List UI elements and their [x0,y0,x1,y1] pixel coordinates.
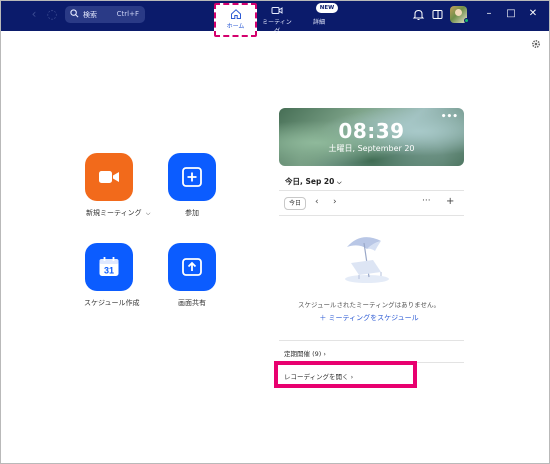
tab-home-label: ホーム [226,23,245,30]
back-arrow-icon[interactable]: ‹ [26,6,42,22]
new-meeting-button[interactable] [85,153,133,201]
plus-icon [182,167,202,187]
tab-more[interactable]: 詳細 [308,17,330,26]
calendar-icon: 31 [99,257,119,276]
search-shortcut: Ctrl+F [116,10,139,18]
calendar-day: 31 [104,266,114,276]
tab-meetings-label: ミーティング [262,19,292,35]
schedule-meeting-link[interactable]: ＋ ミーティングをスケジュール [274,313,464,323]
schedule-button[interactable]: 31 [85,243,133,291]
share-screen-icon [182,258,202,276]
banner-more-icon[interactable]: ••• [441,112,458,122]
video-camera-icon [271,7,283,14]
calendar-date-picker[interactable]: 今日, Sep 20 ⌵ [285,176,342,187]
add-event-icon[interactable]: + [446,196,454,207]
share-screen-button[interactable] [168,243,216,291]
open-recordings-link[interactable]: レコーディングを開く › [284,371,353,381]
search-label: 検索 [83,11,97,19]
share-screen-label: 画面共有 [178,299,206,307]
divider [279,215,464,216]
beach-umbrella-icon [345,237,389,283]
empty-state-message: スケジュールされたミーティングはありません。 [298,301,440,309]
minimize-icon[interactable]: – [482,7,496,21]
search-box[interactable]: 検索 Ctrl+F [65,6,145,23]
video-camera-icon [99,171,119,183]
maximize-icon[interactable]: □ [504,7,518,21]
divider [279,190,464,191]
chevron-down-icon: ⌵ [337,179,342,186]
gear-icon[interactable] [531,39,541,49]
join-button[interactable] [168,153,216,201]
new-badge: NEW [316,3,338,13]
history-icon[interactable]: ◌ [44,6,60,22]
close-icon[interactable]: ✕ [526,7,540,21]
status-dot [464,18,469,23]
app-window [0,0,550,464]
search-icon [70,9,79,18]
today-button[interactable]: 今日 [284,197,306,210]
recurring-meetings-link[interactable]: 定期開催 (9) › [284,348,326,358]
prev-day-icon[interactable]: ‹ [315,197,319,207]
home-icon [231,9,241,19]
divider [279,340,464,341]
calendar-more-icon[interactable]: ··· [422,196,431,206]
tab-home[interactable]: ホーム [214,3,257,37]
bell-icon[interactable] [412,8,425,21]
join-label: 参加 [185,209,199,217]
whiteboard-icon[interactable] [431,8,444,21]
schedule-label: スケジュール作成 [84,299,140,307]
new-meeting-label[interactable]: 新規ミーティング ⌵ [86,208,150,218]
clock-date: 土曜日, September 20 [328,144,415,153]
clock-banner: 08:39 土曜日, September 20 ••• [279,108,464,166]
tab-more-label: 詳細 [312,19,325,26]
clock-time: 08:39 [338,119,405,143]
tab-meetings[interactable]: ミーティング [262,5,292,35]
next-day-icon[interactable]: › [333,197,337,207]
chevron-down-icon[interactable]: ⌵ [146,210,151,217]
